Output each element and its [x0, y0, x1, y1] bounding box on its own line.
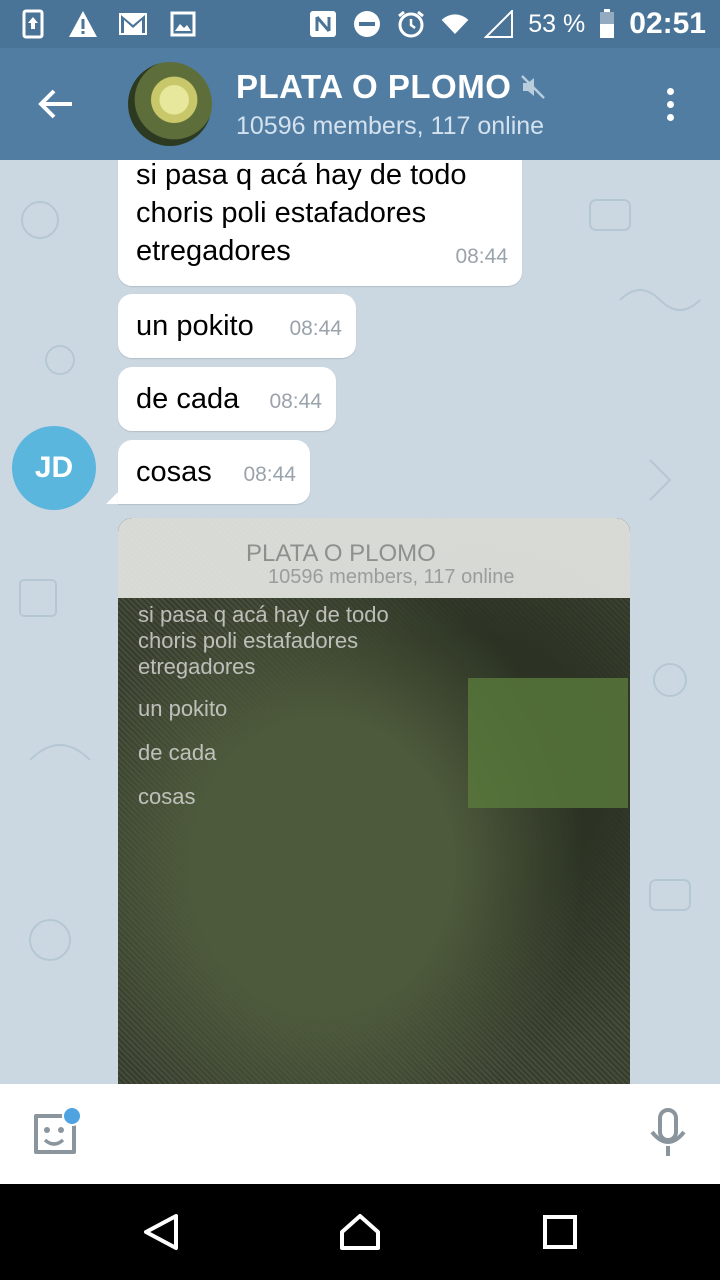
message-bubble[interactable]: cosas 08:44: [118, 440, 310, 504]
nfc-icon: [308, 9, 338, 39]
dot-icon: [666, 113, 674, 121]
wifi-icon: [440, 9, 470, 39]
chat-header: PLATA O PLOMO 10596 members, 117 online: [0, 48, 720, 160]
photo-ghost-title: PLATA O PLOMO: [246, 540, 436, 567]
photo-ghost-line: choris poli estafadores: [138, 628, 359, 653]
photo-ghost-line: de cada: [138, 740, 217, 765]
signal-icon: [484, 9, 514, 39]
status-bar: 53 % 02:51: [0, 0, 720, 48]
photo-ghost-line: cosas: [138, 784, 196, 809]
dot-icon: [666, 100, 674, 108]
back-triangle-icon: [144, 1214, 178, 1250]
image-icon: [168, 9, 198, 39]
message-time: 08:44: [243, 463, 296, 486]
more-options-button[interactable]: [650, 78, 690, 130]
alarm-icon: [396, 9, 426, 39]
group-members-status: 10596 members, 117 online: [236, 112, 545, 140]
sender-avatar[interactable]: JD: [12, 426, 96, 510]
clock: 02:51: [629, 7, 706, 40]
message-text: cosas: [136, 456, 212, 488]
notification-dot: [62, 1106, 82, 1126]
photo-ghost-sub: 10596 members, 117 online: [268, 566, 515, 588]
dot-icon: [666, 87, 674, 95]
nav-recents-button[interactable]: [536, 1208, 584, 1256]
photo-green-patch: [468, 678, 628, 808]
chat-area[interactable]: si pasa q acá hay de todo choris poli es…: [0, 160, 720, 1084]
message-input-bar: [0, 1084, 720, 1184]
message-time: 08:44: [269, 390, 322, 413]
warning-icon: [68, 9, 98, 39]
message-text: un pokito: [136, 310, 254, 342]
back-arrow-icon: [38, 89, 72, 119]
message-time: 08:44: [289, 317, 342, 340]
group-avatar[interactable]: [128, 62, 212, 146]
message-bubble[interactable]: un pokito 08:44: [118, 294, 356, 358]
upload-icon: [18, 9, 48, 39]
group-title[interactable]: PLATA O PLOMO: [236, 68, 511, 106]
photo-ghost-line: un pokito: [138, 696, 228, 721]
message-bubble[interactable]: si pasa q acá hay de todo choris poli es…: [118, 160, 522, 286]
message-bubble[interactable]: de cada 08:44: [118, 367, 336, 431]
recents-icon: [543, 1215, 577, 1249]
home-icon: [340, 1214, 380, 1250]
microphone-icon: [650, 1108, 686, 1156]
photo-message[interactable]: PLATA O PLOMO 10596 members, 117 online …: [118, 518, 630, 1084]
message-time: 08:44: [455, 245, 508, 268]
battery-percent: 53 %: [528, 9, 586, 38]
back-button[interactable]: [30, 78, 82, 130]
dnd-icon: [352, 9, 382, 39]
photo-ghost-line: si pasa q acá hay de todo: [138, 602, 389, 627]
mute-icon: [520, 74, 546, 100]
mail-icon: [118, 9, 148, 39]
photo-ghost-line: etregadores: [138, 654, 256, 679]
battery-icon: [599, 9, 615, 39]
navigation-bar: [0, 1184, 720, 1280]
voice-record-button[interactable]: [644, 1108, 692, 1160]
nav-back-button[interactable]: [136, 1208, 184, 1256]
nav-home-button[interactable]: [336, 1208, 384, 1256]
message-text: de cada: [136, 383, 240, 415]
